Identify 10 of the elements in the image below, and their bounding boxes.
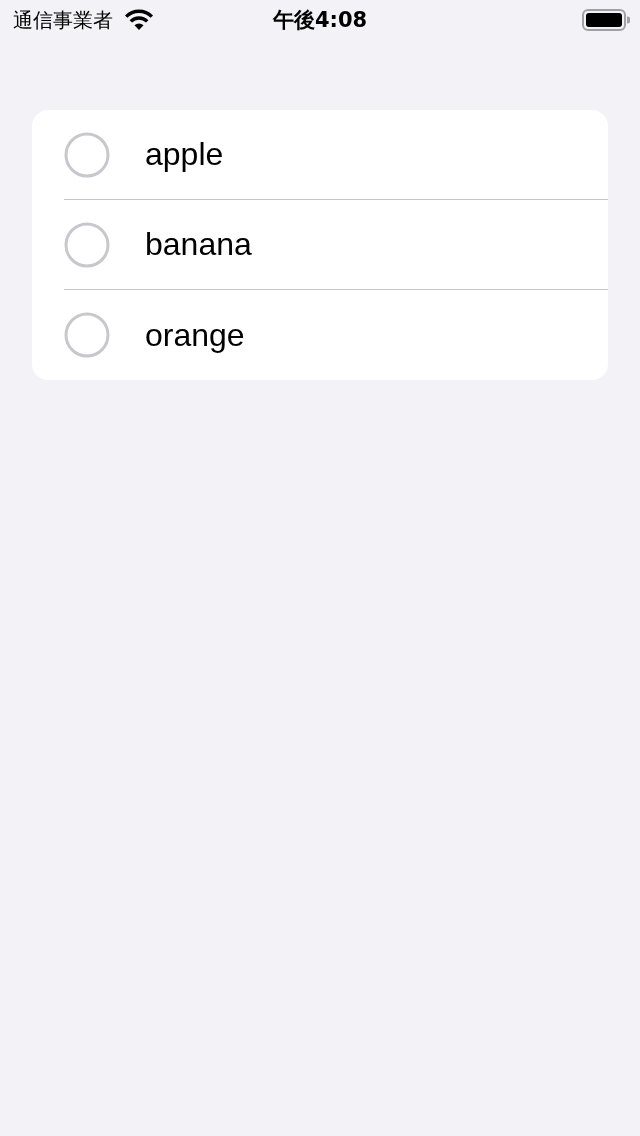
item-label: apple [145, 136, 224, 173]
empty-circle-icon[interactable] [64, 131, 110, 178]
clock-time: 午後4:08 [272, 7, 368, 34]
empty-circle-icon[interactable] [64, 312, 110, 358]
carrier-name: 通信事業者 [13, 6, 113, 34]
empty-circle-icon[interactable] [64, 221, 110, 268]
wifi-icon [124, 9, 154, 31]
item-label: orange [145, 316, 245, 354]
battery-icon [582, 9, 630, 31]
item-label: banana [145, 226, 252, 263]
